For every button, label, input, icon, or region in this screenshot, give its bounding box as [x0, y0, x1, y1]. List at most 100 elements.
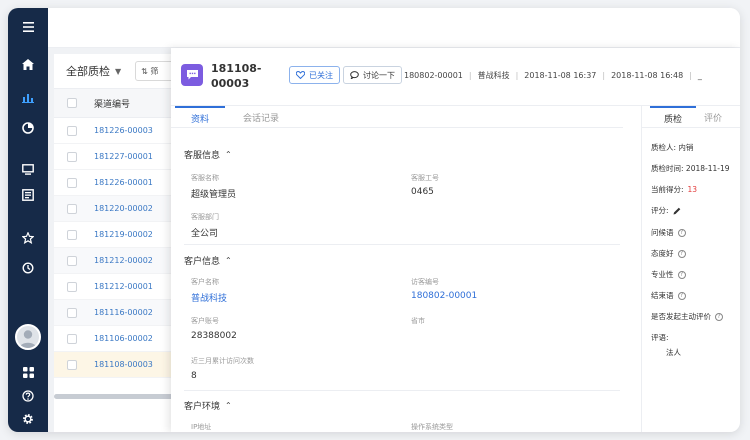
chat-session-icon [181, 64, 203, 86]
meta-separator: | [602, 71, 606, 80]
discuss-button[interactable]: 讨论一下 [343, 66, 402, 84]
visitor-id-link[interactable]: 180802-00001 [411, 291, 477, 301]
row-channel-id[interactable]: 181106-00002 [94, 334, 153, 343]
session-title: 181108-00003 [211, 62, 262, 90]
row-channel-id[interactable]: 181226-00003 [94, 126, 153, 135]
tab-evaluation[interactable]: 评价 [704, 106, 722, 128]
inspector-label: 质检人: [651, 143, 677, 152]
row-checkbox[interactable] [67, 203, 77, 214]
section-title: 客户环境 [184, 402, 221, 412]
inspect-time-label: 质检时间: [651, 164, 684, 173]
column-header-channel-id[interactable]: 渠道编号 [94, 97, 130, 110]
row-channel-id[interactable]: 181227-00001 [94, 152, 153, 161]
edit-pencil-icon[interactable] [673, 207, 681, 215]
detail-tabs: 资料 会话记录 [171, 106, 623, 128]
score-row: 当前得分: 13 [651, 184, 697, 195]
agent-name-label: 客服名称 [191, 174, 219, 182]
top-bar [48, 8, 740, 48]
agent-name-value: 超级管理员 [191, 190, 237, 200]
row-checkbox[interactable] [67, 333, 77, 344]
section-agent-info[interactable]: 客服信息 ⌃ [184, 148, 232, 161]
avatar[interactable] [15, 324, 41, 350]
divider [184, 390, 620, 391]
monitor-icon[interactable] [8, 159, 48, 179]
row-checkbox[interactable] [67, 359, 77, 370]
tab-profile[interactable]: 资料 [175, 106, 225, 128]
menu-icon[interactable] [8, 17, 48, 37]
home-icon[interactable] [8, 54, 48, 74]
criteria-label: 专业性 [651, 270, 674, 279]
report-icon[interactable] [8, 185, 48, 205]
chevron-down-icon[interactable]: ▼ [115, 67, 121, 76]
divider [184, 244, 620, 245]
tab-inspection[interactable]: 质检 [650, 106, 696, 128]
visits-label: 近三月累计访问次数 [191, 357, 254, 365]
agent-dept-label: 客服部门 [191, 213, 219, 221]
comment-value: 法人 [666, 348, 681, 357]
row-channel-id[interactable]: 181212-00002 [94, 256, 153, 265]
row-checkbox[interactable] [67, 229, 77, 240]
ip-label: IP地址 [191, 423, 212, 431]
help-circle-icon[interactable]: ? [677, 291, 686, 300]
meta-separator: | [515, 71, 519, 80]
chevron-up-icon[interactable]: ⌃ [225, 401, 232, 410]
criteria-row: 态度好? [651, 248, 686, 259]
criteria-label: 结束语 [651, 291, 674, 300]
filter-dropdown[interactable]: 全部质检 [66, 63, 110, 79]
agent-dept-value: 全公司 [191, 229, 219, 239]
select-all-checkbox[interactable] [67, 98, 77, 108]
help-circle-icon[interactable]: ? [677, 270, 686, 279]
help-icon[interactable] [8, 386, 48, 406]
row-checkbox[interactable] [67, 255, 77, 266]
follow-button[interactable]: 已关注 [289, 66, 340, 84]
inspector-value: 内销 [678, 143, 694, 152]
bar-chart-icon[interactable] [8, 87, 48, 107]
criteria-row: 是否发起主动评价? [651, 311, 723, 322]
detail-panel: 181108-00003 已关注 讨论一下 180802-00001 | 普战科技 |… [171, 48, 740, 432]
section-title: 客户信息 [184, 257, 221, 267]
row-channel-id[interactable]: 181219-00002 [94, 230, 153, 239]
inspect-time-value: 2018-11-19 [685, 164, 730, 173]
province-label: 省市 [411, 317, 425, 325]
row-channel-id[interactable]: 181212-00001 [94, 282, 153, 291]
meta-cursor: _ [697, 71, 702, 80]
section-title: 客服信息 [184, 151, 221, 161]
main-content: 全部质检 ▼ ⇅ 筛 渠道编号 181226-00003 181227-0000… [48, 48, 740, 432]
criteria-row: 问候语? [651, 227, 686, 238]
row-channel-id[interactable]: 181108-00003 [94, 360, 153, 369]
chevron-up-icon[interactable]: ⌃ [225, 256, 232, 265]
meta-time-start: 2018-11-08 16:37 [524, 71, 597, 80]
star-icon[interactable] [8, 228, 48, 248]
help-circle-icon[interactable]: ? [677, 228, 686, 237]
row-checkbox[interactable] [67, 307, 77, 318]
sort-filter-button[interactable]: ⇅ 筛 [135, 61, 176, 81]
customer-account-label: 客户账号 [191, 317, 219, 325]
settings-gear-icon[interactable] [8, 409, 48, 429]
row-checkbox[interactable] [67, 177, 77, 188]
criteria-row: 专业性? [651, 269, 686, 280]
agent-id-label: 客服工号 [411, 174, 439, 182]
row-channel-id[interactable]: 181226-00001 [94, 178, 153, 187]
pie-chart-icon[interactable] [8, 118, 48, 138]
row-channel-id[interactable]: 181116-00002 [94, 308, 153, 317]
help-circle-icon[interactable]: ? [677, 249, 686, 258]
section-customer-info[interactable]: 客户信息 ⌃ [184, 254, 232, 267]
chevron-up-icon[interactable]: ⌃ [225, 150, 232, 159]
inspection-side-panel: 质检 评价 质检人: 内销 质检时间: 2018-11-19 当前得分: 13 评… [641, 106, 740, 432]
row-checkbox[interactable] [67, 125, 77, 136]
history-icon[interactable] [8, 258, 48, 278]
tab-conversation[interactable]: 会话记录 [229, 106, 293, 128]
section-customer-env[interactable]: 客户环境 ⌃ [184, 399, 232, 412]
apps-grid-icon[interactable] [8, 362, 48, 382]
criteria-row: 结束语? [651, 290, 686, 301]
row-checkbox[interactable] [67, 281, 77, 292]
customer-name-label: 客户名称 [191, 278, 219, 286]
customer-name-link[interactable]: 普战科技 [191, 291, 227, 304]
meta-separator: | [468, 71, 472, 80]
row-checkbox[interactable] [67, 151, 77, 162]
help-circle-icon[interactable]: ? [715, 312, 723, 321]
row-channel-id[interactable]: 181220-00002 [94, 204, 153, 213]
criteria-label: 是否发起主动评价 [651, 312, 711, 321]
profile-pane: 客服信息 ⌃ 客服名称 超级管理员 客服工号 0465 客服部门 全公司 客户信… [171, 128, 623, 432]
app-window: 全部质检 ▼ ⇅ 筛 渠道编号 181226-00003 181227-0000… [8, 8, 740, 432]
